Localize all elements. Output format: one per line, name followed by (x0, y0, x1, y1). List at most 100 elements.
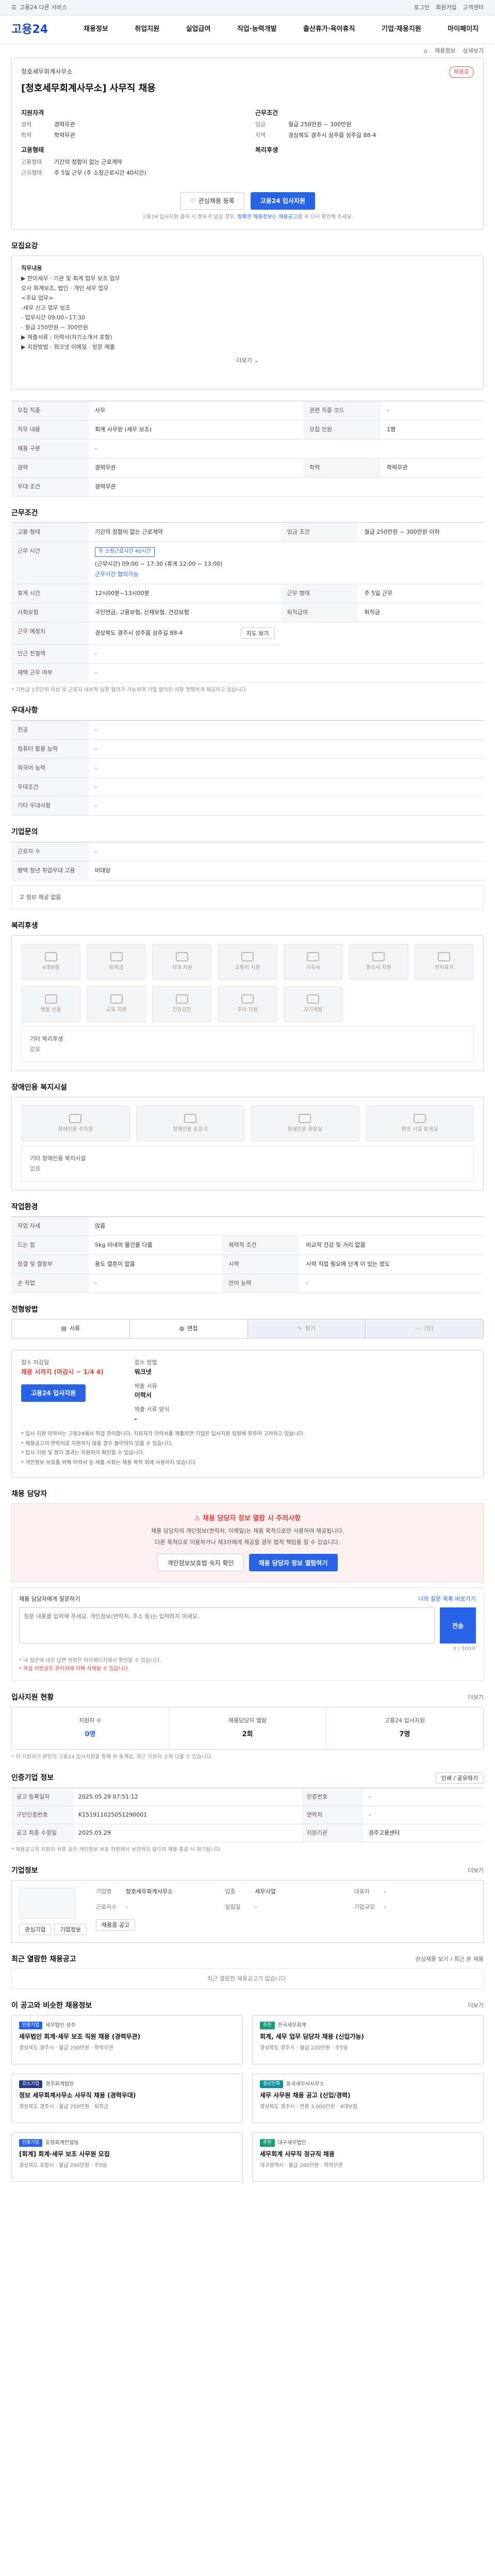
company-more-link[interactable]: 더보기 (468, 1867, 484, 1875)
page-title: [청호세무회계사무소] 사무직 채용 (21, 82, 156, 94)
company-detail-button[interactable]: 기업정보 (54, 1923, 87, 1935)
field-value: 학력무관 (381, 458, 484, 478)
send-question-button[interactable]: 전송 (440, 1607, 476, 1644)
view-manager-button[interactable]: 채용 담당자 정보 열람하기 (249, 1554, 338, 1572)
apply-button[interactable]: 고용24 입사지원 (250, 192, 315, 210)
field-value: 회계 사무원 (세무 보조) (89, 420, 304, 440)
gnb-item-benefits[interactable]: 실업급여 (186, 25, 211, 35)
card-company: 대구세무법인 (277, 2140, 306, 2146)
question-note: * 내 질문에 대한 답변 현황은 마이페이지에서 확인할 수 있습니다. (19, 1657, 161, 1664)
field-value: 워크넷 (134, 1368, 152, 1376)
field-value: K151911025051290001 (73, 1806, 302, 1825)
recommend-more-link[interactable]: 더보기 (468, 2002, 484, 2010)
field-value: - (89, 663, 484, 683)
favorite-company-button[interactable]: 관심기업 (19, 1923, 52, 1935)
deadline-value: 채용 시까지 (마감시 ~ 1/4 4) (21, 1368, 104, 1376)
field-value: 경상북도 경주시 성주읍 성주길 88-4 (95, 629, 183, 636)
field-label: 공고 최종 수정일 (11, 1824, 73, 1843)
company-jobs-button[interactable]: 채용중 공고 (95, 1919, 136, 1931)
job-card[interactable]: 추천 한국세무회계 회계, 세무 업무 담당자 채용 (신입가능) 경상북도 경주시 … (252, 2015, 484, 2065)
gift-icon (372, 952, 385, 961)
gnb-item-leave[interactable]: 출산휴가·육아휴직 (303, 25, 355, 35)
job-card[interactable]: 인증기업 포항회계컨설팅 [회계] 회계·세무 보조 사무원 모집 경상북도 포항시 … (11, 2132, 243, 2182)
job-card[interactable]: 강소기업 경주회계법인 정보 세무회계사무소 사무직 채용 (경력우대) 경상북도 경… (11, 2074, 243, 2124)
breadcrumb-item[interactable]: 채용정보 (435, 47, 455, 55)
workenv-table: 작업 자세 앉음 드는 힘 5kg 이내의 물건을 다룸 체력적 조건 비교적 건강 및… (11, 1216, 484, 1293)
field-label: 인근 전철역 (11, 644, 89, 664)
job-card[interactable]: 청년친화 동국세무사사무소 세무 사무원 채용 공고 (신입/경력) 경상북도 경주시… (252, 2074, 484, 2124)
preference-table: 전공 - 컴퓨터 활용 능력 - 외국어 능력 - 우대조건 - 기타 우대사항 - (11, 720, 484, 816)
notice-link[interactable]: 정확한 채용정보는 채용공고 (237, 214, 298, 220)
field-label: 모집 인원 (303, 420, 381, 440)
company-name[interactable]: 청호세무회계사무소 (21, 67, 72, 76)
field-label: 컴퓨터 활용 능력 (11, 739, 89, 759)
gnb-item-mypage[interactable]: 마이페이지 (448, 25, 478, 35)
field-value: 1명 (381, 420, 484, 440)
book-icon (110, 994, 123, 1004)
company-brief-table: 근로자 수- 평택 청년 취업우대 고용 비대상 (11, 841, 484, 880)
site-logo[interactable]: 고용24 (11, 22, 84, 38)
growth-icon (307, 994, 320, 1004)
menu-icon[interactable]: ☰ (11, 4, 16, 12)
warning-line: * 채용공고의 연락처로 지원하지 않을 경우 불이익이 있을 수 있습니다. (21, 1440, 173, 1447)
field-value: 기간의 정함이 없는 근로계약 (89, 522, 281, 543)
section-title: 모집요강 (11, 242, 38, 251)
field-label: 모집 직종 (11, 401, 89, 421)
signup-link[interactable]: 회원가입 (436, 4, 456, 12)
section-title: 기업문의 (11, 828, 38, 837)
card-chip: 청년친화 (260, 2080, 284, 2089)
expand-description-button[interactable]: 더보기 ⌄ (21, 357, 474, 365)
welfare-item: 연차휴가 (414, 943, 474, 980)
my-questions-link[interactable]: 나의 질문 목록 바로가기 (418, 1595, 476, 1603)
field-label: 임금 조건 (280, 522, 358, 543)
home-icon[interactable]: ⌂ (424, 47, 427, 55)
posting-meta-table: 공고 등록일자 2025.05.29 07:51:12 인증번호 - 구인인증번호 K1… (11, 1788, 484, 1843)
print-share-button[interactable]: 인쇄 / 공유하기 (435, 1772, 484, 1784)
welfare-item: 교통비 지원 (218, 943, 277, 980)
field-value: 비대상 (89, 861, 484, 880)
empty-notice: 고 정보 제공 없음 (11, 885, 484, 909)
field-label: 업종 (225, 1888, 236, 1895)
question-input[interactable] (19, 1607, 435, 1644)
apply-button-secondary[interactable]: 고용24 입사지원 (21, 1384, 86, 1402)
helpdesk-link[interactable]: 고객센터 (463, 4, 484, 12)
map-button[interactable]: 지도 보기 (240, 627, 275, 639)
card-title: 회계, 세무 업무 담당자 채용 (신입가능) (260, 2033, 365, 2041)
gnb-item-company[interactable]: 기업·채용지원 (382, 25, 421, 35)
chat-icon: ◍ (179, 1325, 185, 1332)
section-title: 이 공고와 비슷한 채용정보 (11, 2002, 92, 2010)
other-services-link[interactable]: 고용24 다른 서비스 (20, 4, 67, 12)
field-label: 시력 (222, 1255, 300, 1274)
card-meta: 경상북도 포항시 · 월급 240만원 · 주5일 (19, 2162, 107, 2168)
field-value: 주 5일 근무 (358, 584, 484, 603)
field-value: 경력무관 (89, 477, 484, 497)
field-value: 주 5일 근무 (주 소정근로시간 40시간) (54, 169, 146, 176)
privacy-confirm-button[interactable]: 개인정보보호법 숙지 확인 (157, 1554, 244, 1572)
description-line: <주요 업무> (21, 295, 54, 302)
card-chip: 추천 (260, 2139, 275, 2147)
field-value: 퇴직금 (358, 603, 484, 622)
field-label: 접수 방법 (134, 1359, 157, 1366)
field-value: 경력무관 (89, 458, 304, 478)
scrap-button[interactable]: ♡ 관심채용 등록 (180, 192, 244, 210)
button-label: 관심채용 등록 (198, 197, 235, 205)
gnb-item-support[interactable]: 취업지원 (135, 25, 159, 35)
gnb-item-jobs[interactable]: 채용정보 (84, 25, 108, 35)
field-label: 학력 (303, 458, 381, 478)
job-header: 청호세무회계사무소 채용중 [청호세무회계사무소] 사무직 채용 지원자격 경력… (11, 58, 484, 230)
warning-icon: ⚠ (194, 1515, 201, 1523)
card-chip: 인증기업 (19, 2139, 43, 2147)
house-icon (307, 952, 320, 961)
job-card[interactable]: 인증기업 세무법인 성주 세무법인 회계·세무 보조 직원 채용 (경력무관) 경상북… (11, 2015, 243, 2065)
field-label: 공고 등록일자 (11, 1788, 73, 1807)
job-card[interactable]: 추천 대구세무법인 세무회계 사무직 정규직 채용 대구광역시 · 월급 260만원 … (252, 2132, 484, 2182)
gnb-item-training[interactable]: 직업·능력개발 (237, 25, 277, 35)
conditions-table: 고용 형태 기간의 정함이 없는 근로계약 임금 조건 월급 250만원 ~ 300만… (11, 522, 484, 683)
hours-tag: 주 소정근로시간 40시간 (95, 547, 155, 557)
stats-more-link[interactable]: 더보기 (468, 1693, 484, 1702)
login-link[interactable]: 로그인 (414, 4, 430, 12)
welfare-item: 식대 지원 (152, 943, 212, 980)
conditions-note: * 기본급 1주단위 이상 및 근로자 내부적 일정 협의가 가능하며 기업 협… (11, 687, 248, 693)
recent-more-link[interactable]: 관심채용 보기 / 최근 본 채용 (415, 1955, 484, 1963)
warning-line: * 입사 지원 및 평가 결과는 지원자가 확인할 수 있습니다. (21, 1450, 145, 1456)
